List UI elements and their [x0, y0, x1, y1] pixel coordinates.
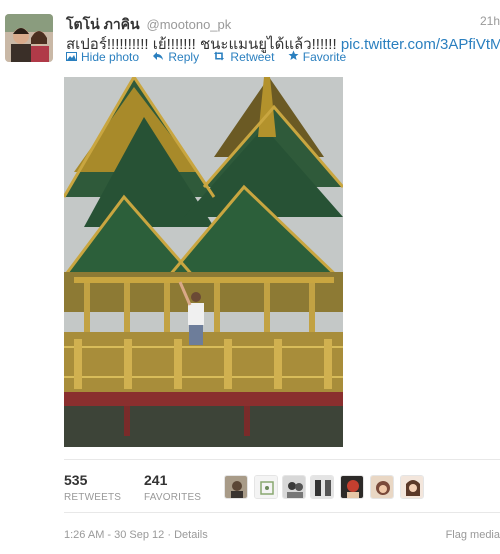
flag-media-link[interactable]: Flag media: [446, 529, 500, 541]
retweets-count: 535: [64, 472, 88, 488]
favorites-label: FAVORITES: [144, 492, 202, 503]
hide-photo-button[interactable]: Hide photo: [66, 50, 139, 64]
avatar[interactable]: [5, 14, 53, 62]
retweet-label: Retweet: [230, 50, 275, 64]
tweet-photo[interactable]: [64, 77, 343, 447]
tweet-time-ago[interactable]: 21h: [480, 14, 500, 28]
retweet-button[interactable]: Retweet: [212, 50, 274, 64]
engager-avatar[interactable]: [310, 475, 334, 499]
details-link[interactable]: Details: [174, 529, 208, 541]
author-handle[interactable]: @mootono_pk: [147, 17, 232, 32]
footer-separator: ·: [164, 529, 175, 541]
tweet-footer: 1:26 AM - 30 Sep 12 · Details: [64, 529, 208, 541]
reply-button[interactable]: Reply: [152, 50, 199, 64]
star-icon: [288, 50, 299, 64]
retweets-label: RETWEETS: [64, 492, 122, 503]
retweets-stat[interactable]: 535 RETWEETS: [64, 472, 121, 503]
hide-photo-label: Hide photo: [81, 50, 140, 64]
favorites-count: 241: [144, 472, 168, 488]
favorite-button[interactable]: Favorite: [288, 50, 346, 64]
favorites-stat[interactable]: 241 FAVORITES: [144, 472, 201, 503]
photo-icon: [66, 50, 77, 64]
reply-icon: [152, 50, 164, 64]
favorite-label: Favorite: [302, 50, 347, 64]
retweet-icon: [212, 50, 226, 64]
stats-divider-top: [64, 459, 500, 460]
engager-avatar[interactable]: [340, 475, 364, 499]
stats-divider-bottom: [64, 512, 500, 513]
tweet-photo-link[interactable]: pic.twitter.com/3APfiVtM: [341, 36, 500, 53]
author-fullname[interactable]: โตโน่ ภาคิน: [66, 16, 140, 32]
engager-avatar[interactable]: [282, 475, 306, 499]
engager-avatar[interactable]: [254, 475, 278, 499]
engager-avatar[interactable]: [370, 475, 394, 499]
tweet-actions: Hide photo Reply Retweet Favorite: [66, 50, 356, 64]
engager-avatar[interactable]: [224, 475, 248, 499]
tweet-timestamp[interactable]: 1:26 AM - 30 Sep 12: [64, 529, 164, 541]
engager-avatar[interactable]: [400, 475, 424, 499]
reply-label: Reply: [168, 50, 200, 64]
